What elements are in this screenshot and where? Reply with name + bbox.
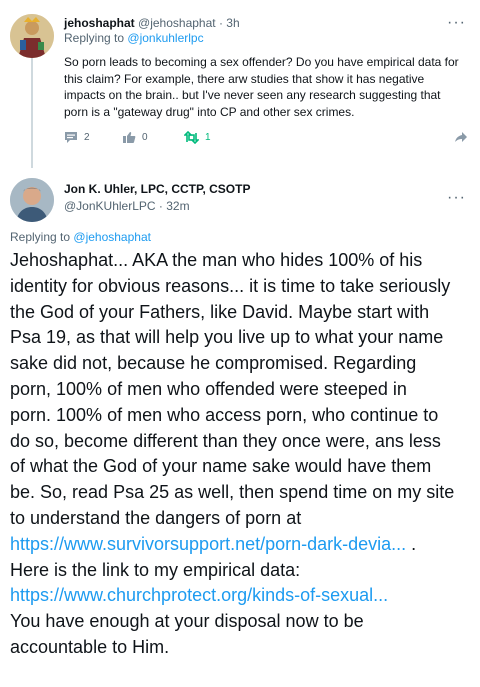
reply1-author-handle[interactable]: @jehoshaphat <box>138 16 216 30</box>
more-options-icon-2[interactable]: ··· <box>447 190 466 206</box>
reply2-author-meta: @JonKUhlerLPC · 32m <box>64 199 190 213</box>
reply2-avatar[interactable] <box>10 178 54 222</box>
more-options-icon[interactable]: ··· <box>447 15 466 31</box>
reply2-replying-prefix: Replying to <box>10 230 71 244</box>
reply2-author-name[interactable]: Jon K. Uhler, LPC, CCTP, CSOTP <box>64 182 250 196</box>
survivorsupport-link[interactable]: https://www.survivorsupport.net/porn-dar… <box>10 534 406 554</box>
reply2-text-line: do so, become different than they once w… <box>10 430 441 451</box>
reply1-header: jehoshaphat @jehoshaphat · 3h <box>64 16 240 31</box>
reply1-timestamp[interactable]: 3h <box>226 16 239 30</box>
retweet-icon <box>184 131 199 144</box>
reply1-separator: · <box>218 16 223 30</box>
reply2-author-handle[interactable]: @JonKUhlerLPC <box>64 199 156 213</box>
retweet-button[interactable]: 1 <box>184 131 211 144</box>
reply2-text-line: to understand the dangers of porn at <box>10 507 302 528</box>
like-icon <box>123 132 136 143</box>
reply-count: 2 <box>84 132 90 143</box>
reply2-text: Jehoshaphat... AKA the man who hides 100… <box>10 248 472 661</box>
reply2-replying-mention[interactable]: @jehoshaphat <box>73 230 151 244</box>
reply1-author-name[interactable]: jehoshaphat <box>64 16 135 30</box>
churchprotect-link[interactable]: https://www.churchprotect.org/kinds-of-s… <box>10 585 388 605</box>
like-button[interactable]: 0 <box>122 131 148 144</box>
reply-icon <box>65 132 77 143</box>
reply2-text-line: porn, 100% of men who offended were stee… <box>10 378 407 399</box>
reply2-avatar-image <box>10 178 54 222</box>
reply1-replying-mention[interactable]: @jonkuhlerlpc <box>127 31 203 45</box>
share-icon <box>455 132 467 142</box>
reply1-text: So porn leads to becoming a sex offender… <box>64 55 459 119</box>
reply-button[interactable]: 2 <box>64 131 90 144</box>
reply2-text-line: identity for obvious reasons... it is ti… <box>10 275 451 296</box>
reply2-text-line: sake did not, because he compromised. Re… <box>10 353 417 374</box>
reply1-replying-to: Replying to @jonkuhlerlpc <box>64 31 204 45</box>
reply2-text-line: of what the God of your name sake would … <box>10 456 432 477</box>
reply2-text-line: accountable to Him. <box>10 636 170 657</box>
reply2-separator: · <box>158 199 163 213</box>
reply1-avatar-image <box>10 14 54 58</box>
reply2-text-line: Here is the link to my empirical data: <box>10 559 301 580</box>
retweet-count: 1 <box>205 132 211 143</box>
reply2-text-line: You have enough at your disposal now to … <box>10 611 364 632</box>
reply2-text-line: be. So, read Psa 25 as well, then spend … <box>10 482 455 503</box>
reply2-text-line: Jehoshaphat... AKA the man who hides 100… <box>10 250 423 270</box>
like-count: 0 <box>142 132 148 143</box>
reply2-link1-line: https://www.survivorsupport.net/porn-dar… <box>10 532 472 558</box>
reply2-text-line: porn. 100% of men who access porn, who c… <box>10 404 439 425</box>
thread-connector-line <box>31 58 33 168</box>
reply2-text-line: the God of your Fathers, like David. May… <box>10 301 430 322</box>
share-button[interactable] <box>454 131 468 143</box>
reply2-link1-suffix: . <box>406 533 417 554</box>
reply2-timestamp[interactable]: 32m <box>166 199 189 213</box>
reply1-avatar[interactable] <box>10 14 54 58</box>
reply1-action-bar: 2 0 1 <box>64 131 468 147</box>
reply2-link2-line: https://www.churchprotect.org/kinds-of-s… <box>10 583 472 609</box>
reply2-replying-to: Replying to @jehoshaphat <box>10 230 151 244</box>
reply2-text-line: Psa 19, as that will help you live up to… <box>10 327 444 348</box>
reply1-replying-prefix: Replying to <box>64 31 125 45</box>
